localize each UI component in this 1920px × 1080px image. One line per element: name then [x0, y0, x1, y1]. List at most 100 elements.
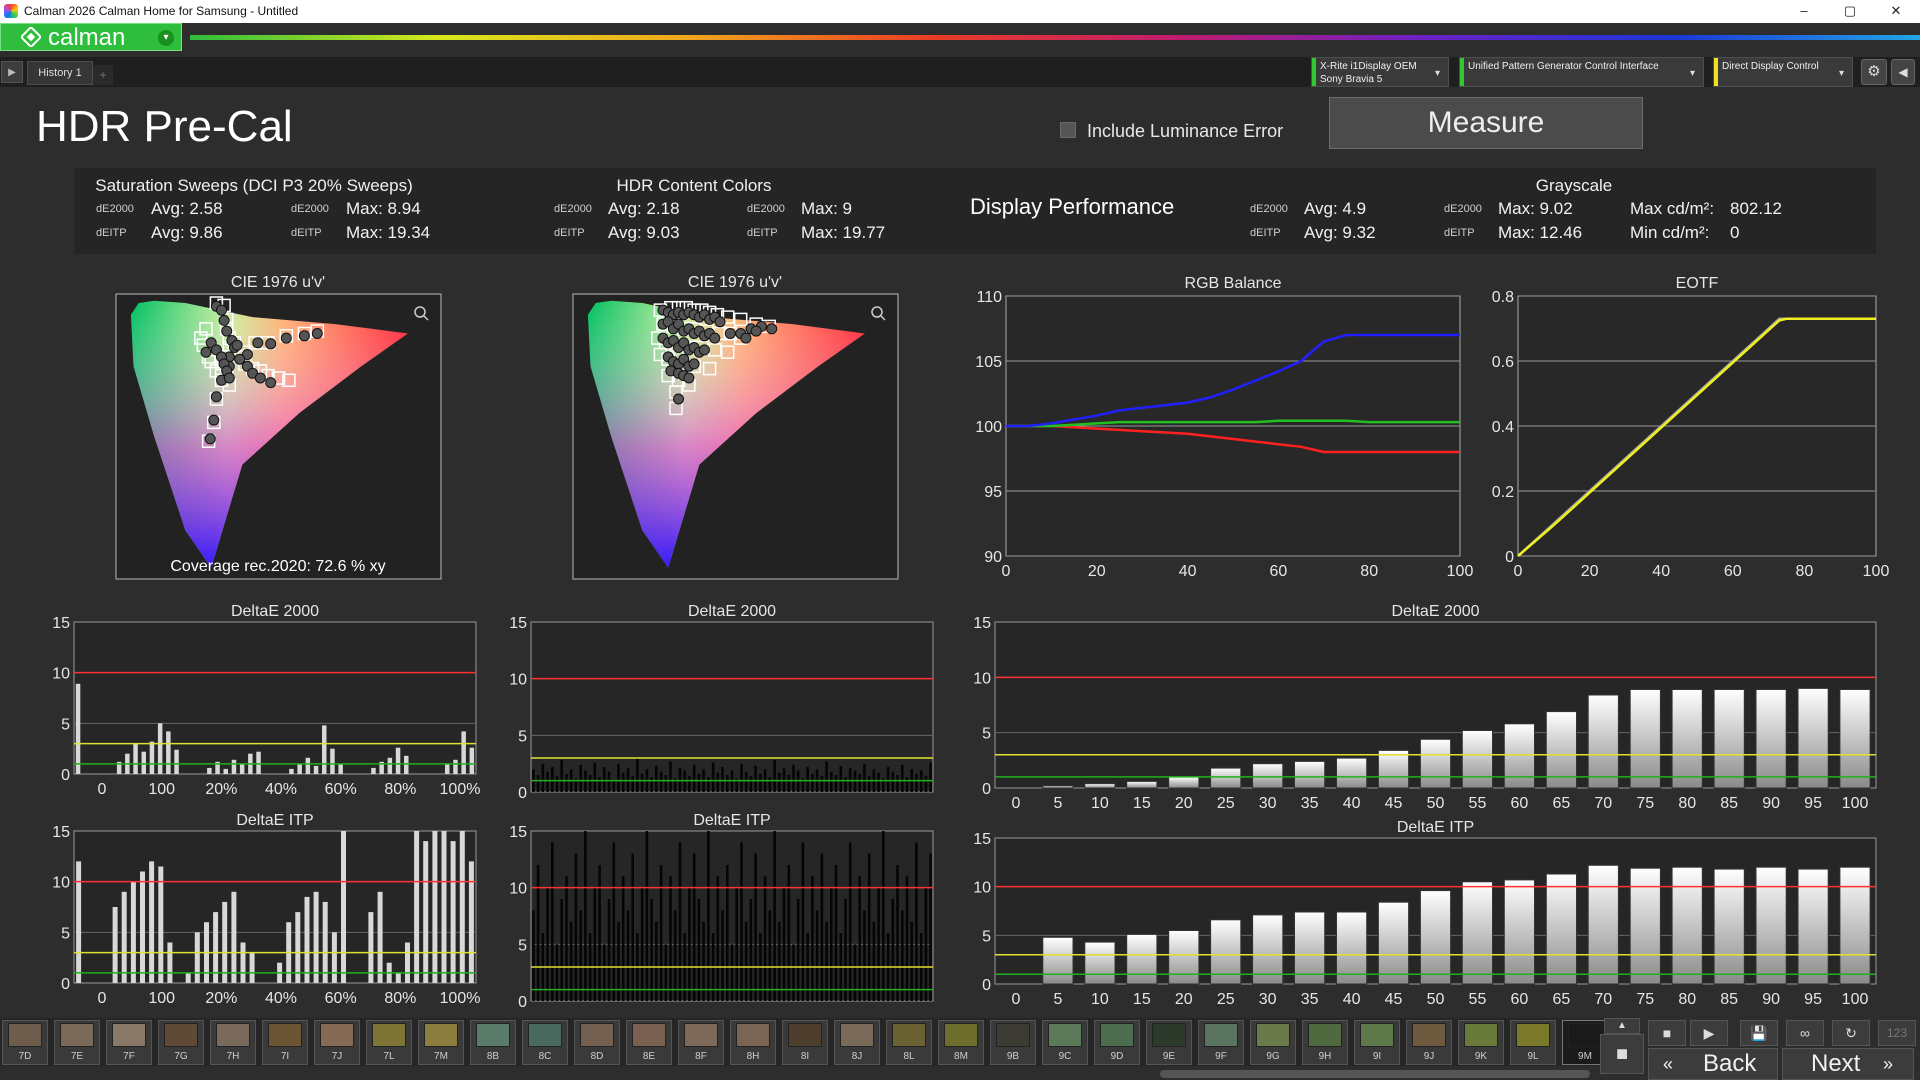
bar [1755, 689, 1787, 789]
patch-swatch-9f[interactable]: 9F [1198, 1020, 1244, 1065]
bar [341, 831, 346, 983]
bar [811, 773, 814, 792]
bar [1503, 879, 1536, 985]
refresh-icon[interactable]: ↻ [1832, 1020, 1870, 1046]
patch-label: 9H [1318, 1051, 1332, 1062]
patch-swatch-7l[interactable]: 7L [366, 1020, 412, 1065]
patch-swatch-8b[interactable]: 8B [470, 1020, 516, 1065]
bar [1545, 873, 1578, 985]
y-tick-label: 15 [509, 824, 527, 841]
patch-swatch-8e[interactable]: 8E [626, 1020, 672, 1065]
x-tick-label: 80 [1678, 795, 1696, 812]
x-tick-label: 20% [205, 781, 237, 798]
x-tick-label: 100 [148, 990, 175, 1007]
patch-swatch-8h[interactable]: 8H [730, 1020, 776, 1065]
measured-point [714, 316, 726, 328]
patch-swatch-9h[interactable]: 9H [1302, 1020, 1348, 1065]
bar [1084, 941, 1116, 985]
y-tick-label: 0 [518, 994, 527, 1011]
patch-swatch-9e[interactable]: 9E [1146, 1020, 1192, 1065]
patch-swatch-8j[interactable]: 8J [834, 1020, 880, 1065]
patch-color-chip [1152, 1023, 1186, 1047]
bar [688, 776, 691, 792]
patch-swatch-9b[interactable]: 9B [990, 1020, 1036, 1065]
stop-measurement-button[interactable]: ■ [1600, 1034, 1644, 1074]
patch-color-chip [996, 1023, 1030, 1047]
measured-point [265, 377, 277, 389]
patch-swatch-9d[interactable]: 9D [1094, 1020, 1140, 1065]
patch-label: 9G [1266, 1051, 1280, 1062]
bar [574, 853, 578, 1001]
x-tick-label: 30 [1259, 795, 1277, 812]
patch-swatch-7m[interactable]: 7M [418, 1020, 464, 1065]
patch-swatch-8i[interactable]: 8I [782, 1020, 828, 1065]
saturation-de2000-chart: DeltaE 2000 0 5 10 15 0 100 20% 40% 60% 80% 100% [52, 603, 480, 798]
patch-swatch-9g[interactable]: 9G [1250, 1020, 1296, 1065]
bar [1629, 867, 1661, 985]
patch-color-chip [788, 1023, 822, 1047]
patch-swatch-9k[interactable]: 9K [1458, 1020, 1504, 1065]
y-tick-label: 15 [973, 831, 991, 848]
bar [820, 853, 824, 1001]
patch-swatch-8l[interactable]: 8L [886, 1020, 932, 1065]
bar [915, 773, 918, 792]
back-icon: « [1663, 1054, 1674, 1074]
patch-swatch-7h[interactable]: 7H [210, 1020, 256, 1065]
patch-swatch-7d[interactable]: 7D [2, 1020, 48, 1065]
patch-color-chip [112, 1023, 146, 1047]
bar [754, 765, 757, 792]
patch-swatch-7f[interactable]: 7F [106, 1020, 152, 1065]
bar [185, 972, 191, 983]
x-tick-label: 0 [1012, 991, 1021, 1008]
save-icon[interactable]: 💾 [1740, 1020, 1778, 1046]
next-button[interactable]: Next » [1782, 1048, 1914, 1080]
bar [787, 865, 791, 1001]
patch-swatch-7e[interactable]: 7E [54, 1020, 100, 1065]
patch-swatch-7i[interactable]: 7I [262, 1020, 308, 1065]
x-tick-label: 60% [325, 781, 357, 798]
patch-label: 8I [800, 1051, 810, 1062]
patch-label: 9D [1110, 1051, 1124, 1062]
patch-swatch-8m[interactable]: 8M [938, 1020, 984, 1065]
patch-color-chip [372, 1023, 406, 1047]
x-tick-label: 60 [1511, 795, 1529, 812]
bar [673, 910, 677, 1001]
patch-swatch-9j[interactable]: 9J [1406, 1020, 1452, 1065]
horizontal-scrollbar[interactable] [1160, 1070, 1590, 1078]
bar [598, 777, 601, 792]
patch-swatch-9c[interactable]: 9C [1042, 1020, 1088, 1065]
bar [149, 861, 155, 983]
patch-swatch-7g[interactable]: 7G [158, 1020, 204, 1065]
bar [445, 763, 450, 774]
patch-swatch-7j[interactable]: 7J [314, 1020, 360, 1065]
loop-icon[interactable]: ∞ [1786, 1020, 1824, 1046]
patch-swatch-8d[interactable]: 8D [574, 1020, 620, 1065]
patch-swatch-9i[interactable]: 9I [1354, 1020, 1400, 1065]
x-tick-label: 45 [1385, 795, 1403, 812]
measured-point [298, 330, 310, 342]
bar [256, 751, 261, 774]
stop-icon[interactable]: ■ [1648, 1020, 1686, 1046]
patch-label: 7M [434, 1051, 448, 1062]
bar [650, 777, 653, 792]
bar [640, 887, 644, 1001]
patch-swatch-8c[interactable]: 8C [522, 1020, 568, 1065]
x-tick-label: 100 [1842, 991, 1869, 1008]
bar [721, 767, 724, 792]
patch-label: 8B [486, 1051, 500, 1062]
patch-swatch-9l[interactable]: 9L [1510, 1020, 1556, 1065]
bar [1461, 881, 1494, 985]
scroll-up-icon[interactable]: ▲ [1604, 1018, 1640, 1034]
back-button[interactable]: « Back [1648, 1048, 1778, 1080]
bar [598, 865, 601, 1001]
bar [338, 763, 343, 774]
bar [387, 757, 393, 774]
play-icon[interactable]: ▶ [1690, 1020, 1728, 1046]
x-tick-label: 10 [1091, 795, 1109, 812]
patch-label: 7F [123, 1051, 135, 1062]
x-tick-label: 40 [1652, 563, 1670, 580]
patch-swatch-8f[interactable]: 8F [678, 1020, 724, 1065]
patch-label: 9E [1162, 1051, 1176, 1062]
x-tick-label: 10 [1091, 991, 1109, 1008]
bar [1042, 785, 1074, 789]
